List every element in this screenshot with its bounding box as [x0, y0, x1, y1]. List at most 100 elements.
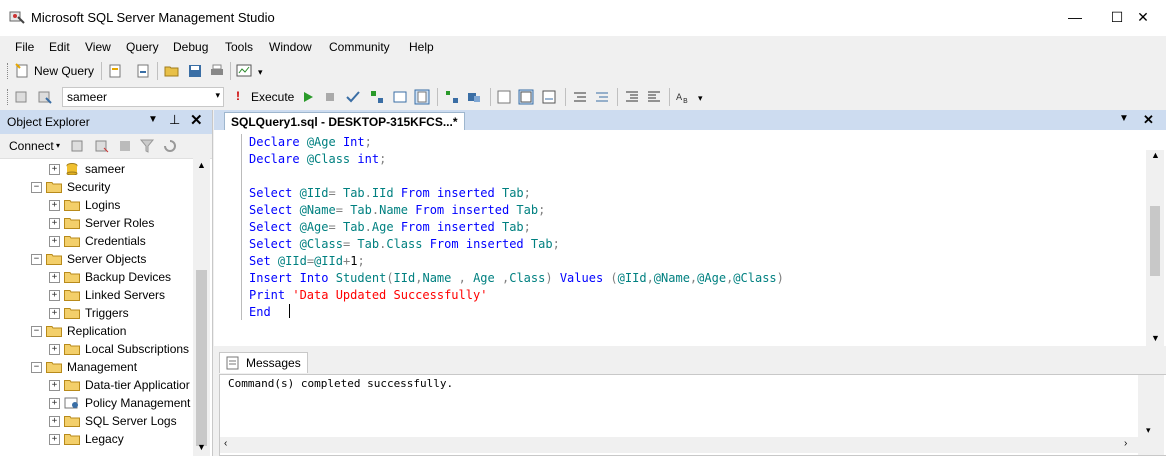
- scroll-down-icon[interactable]: ▾: [1146, 425, 1151, 436]
- specify-values-icon[interactable]: AB: [675, 89, 691, 105]
- menu-edit[interactable]: Edit: [49, 40, 70, 54]
- client-statistics-icon[interactable]: [466, 89, 482, 105]
- menu-window[interactable]: Window: [269, 40, 312, 54]
- pin-icon[interactable]: ⊥: [169, 112, 180, 128]
- connect-server-icon[interactable]: [70, 138, 86, 154]
- toolbar-overflow-icon[interactable]: ▾: [698, 93, 703, 104]
- scroll-up-icon[interactable]: ▲: [1151, 150, 1160, 160]
- messages-horizontal-scrollbar[interactable]: ‹ ›: [220, 437, 1138, 453]
- expand-icon[interactable]: +: [49, 380, 60, 391]
- execute-button[interactable]: Execute: [251, 90, 294, 104]
- parse-checkmark-icon[interactable]: [345, 89, 361, 105]
- outline-guide: [241, 134, 243, 320]
- object-tree: + sameer − Security + Logins + Server Roles + Cre…: [0, 160, 193, 456]
- menu-debug[interactable]: Debug: [173, 40, 208, 54]
- include-plan-icon[interactable]: [444, 89, 460, 105]
- results-to-file-icon[interactable]: [541, 89, 557, 105]
- scroll-right-icon[interactable]: ›: [1124, 438, 1127, 449]
- increase-indent-icon[interactable]: [646, 89, 662, 105]
- expand-icon[interactable]: +: [49, 416, 60, 427]
- expand-icon[interactable]: +: [49, 200, 60, 211]
- new-file-icon[interactable]: [107, 63, 123, 79]
- folder-icon: [64, 380, 80, 391]
- toolbar-grip[interactable]: [7, 63, 11, 79]
- sql-code-editor[interactable]: Declare @Age Int; Declare @Class int; Sel…: [214, 130, 1166, 366]
- comment-out-icon[interactable]: [572, 89, 588, 105]
- expand-icon[interactable]: +: [49, 164, 60, 175]
- expand-icon[interactable]: +: [49, 308, 60, 319]
- title-bar: Microsoft SQL Server Management Studio —…: [0, 0, 1166, 36]
- results-grid-active-icon[interactable]: [518, 89, 534, 105]
- expand-icon[interactable]: +: [49, 398, 60, 409]
- filter-icon[interactable]: [139, 138, 155, 154]
- scroll-up-icon[interactable]: ▲: [197, 160, 206, 170]
- expand-icon[interactable]: +: [49, 236, 60, 247]
- toolbar-separator: [490, 88, 491, 106]
- expand-icon[interactable]: +: [49, 434, 60, 445]
- connect-dropdown-icon[interactable]: ▾: [56, 141, 60, 150]
- decrease-indent-icon[interactable]: [624, 89, 640, 105]
- toolbar-overflow-icon[interactable]: ▾: [258, 67, 263, 78]
- estimated-plan-icon[interactable]: [369, 89, 385, 105]
- results-to-grid-icon[interactable]: [414, 89, 430, 105]
- scroll-thumb[interactable]: [196, 270, 207, 446]
- results-to-text-icon[interactable]: [496, 89, 512, 105]
- menu-view[interactable]: View: [85, 40, 111, 54]
- menu-tools[interactable]: Tools: [225, 40, 253, 54]
- minimize-button[interactable]: —: [1052, 0, 1098, 34]
- close-panel-icon[interactable]: ✕: [190, 111, 203, 129]
- stop-icon[interactable]: [322, 89, 338, 105]
- tab-messages[interactable]: Messages: [219, 352, 308, 373]
- activity-monitor-icon[interactable]: [236, 63, 252, 79]
- connect-button[interactable]: Connect: [9, 139, 54, 153]
- expand-icon[interactable]: +: [49, 272, 60, 283]
- sql-editor-toolbar: sameer ▾ ! Execute AB ▾: [0, 84, 1166, 110]
- menu-community[interactable]: Community: [329, 40, 390, 54]
- close-button[interactable]: ✕: [1120, 0, 1166, 34]
- scroll-down-icon[interactable]: ▼: [1151, 333, 1160, 343]
- disconnect-icon[interactable]: [94, 138, 110, 154]
- debug-play-icon[interactable]: [300, 89, 316, 105]
- expand-icon[interactable]: +: [49, 290, 60, 301]
- menu-query[interactable]: Query: [126, 40, 159, 54]
- uncomment-icon[interactable]: [594, 89, 610, 105]
- database-icon: [66, 163, 78, 175]
- new-project-icon[interactable]: [135, 63, 151, 79]
- panel-menu-chevron-icon[interactable]: ▼: [148, 114, 158, 125]
- open-folder-icon[interactable]: [164, 63, 180, 79]
- change-connection-icon[interactable]: [37, 89, 53, 105]
- collapse-icon[interactable]: −: [31, 254, 42, 265]
- scroll-down-icon[interactable]: ▼: [197, 442, 206, 452]
- messages-vertical-scrollbar[interactable]: ▾: [1138, 375, 1164, 455]
- scroll-thumb[interactable]: [1150, 206, 1160, 276]
- menu-file[interactable]: File: [15, 40, 34, 54]
- tree-node-label: Local Subscriptions: [85, 342, 190, 356]
- folder-icon: [64, 200, 80, 211]
- database-select[interactable]: sameer ▾: [62, 87, 224, 107]
- tab-sqlquery1[interactable]: SQLQuery1.sql - DESKTOP-315KFCS...*: [224, 112, 465, 131]
- editor-vertical-scrollbar[interactable]: ▲ ▼: [1146, 150, 1164, 346]
- code-text[interactable]: Declare @Age Int; Declare @Class int; Sel…: [249, 134, 784, 321]
- stop-icon[interactable]: [118, 139, 132, 153]
- connect-icon[interactable]: [14, 89, 30, 105]
- collapse-icon[interactable]: −: [31, 362, 42, 373]
- new-query-button[interactable]: New Query: [34, 64, 94, 78]
- code-line: Select @Name= Tab.Name From inserted Tab…: [249, 203, 546, 217]
- tab-label: SQLQuery1.sql - DESKTOP-315KFCS...*: [231, 115, 458, 129]
- expand-icon[interactable]: +: [49, 218, 60, 229]
- tree-node-label: Server Objects: [67, 252, 147, 266]
- toolbar-grip[interactable]: [7, 89, 11, 105]
- save-icon[interactable]: [187, 63, 203, 79]
- tab-list-chevron-icon[interactable]: ▼: [1119, 113, 1129, 124]
- collapse-icon[interactable]: −: [31, 182, 42, 193]
- document-area: SQLQuery1.sql - DESKTOP-315KFCS...* ▼ ✕ …: [214, 110, 1166, 456]
- vertical-scrollbar[interactable]: ▲ ▼: [193, 158, 210, 456]
- refresh-icon[interactable]: [162, 138, 178, 154]
- print-icon[interactable]: [209, 63, 225, 79]
- scroll-left-icon[interactable]: ‹: [224, 438, 227, 449]
- expand-icon[interactable]: +: [49, 344, 60, 355]
- menu-help[interactable]: Help: [409, 40, 434, 54]
- close-document-icon[interactable]: ✕: [1143, 112, 1154, 128]
- query-designer-icon[interactable]: [392, 89, 408, 105]
- collapse-icon[interactable]: −: [31, 326, 42, 337]
